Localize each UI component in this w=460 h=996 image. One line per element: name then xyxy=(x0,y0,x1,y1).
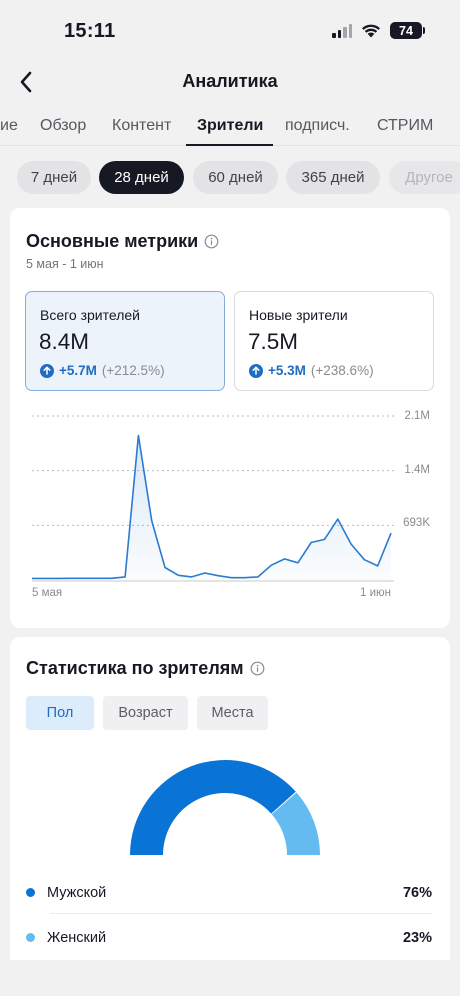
key-metrics-title: Основные метрики xyxy=(26,231,219,252)
y-tick-label: 2.1M xyxy=(404,410,430,422)
legend-male: Мужской 76% xyxy=(26,870,432,915)
date-range: 5 мая - 1 июн xyxy=(26,257,104,271)
range-7-days[interactable]: 7 дней xyxy=(17,161,91,194)
range-28-days[interactable]: 28 дней xyxy=(99,161,184,194)
tab-followers[interactable]: подписч. xyxy=(285,117,350,135)
key-metrics-title-text: Основные метрики xyxy=(26,231,199,251)
arrow-up-icon xyxy=(249,363,263,378)
metric-label: Всего зрителей xyxy=(40,307,140,323)
legend-value: 23% xyxy=(402,929,432,946)
gender-donut-svg xyxy=(130,760,320,855)
delta-absolute: +5.7M xyxy=(59,363,97,378)
page-title: Аналитика xyxy=(182,71,278,91)
divider xyxy=(50,913,432,914)
tab-bar: ие Обзор Контент Зрители подписч. СТРИМ xyxy=(0,106,460,146)
date-range-chips: 7 дней 28 дней 60 дней 365 дней Другое xyxy=(0,146,460,208)
tab-content[interactable]: Контент xyxy=(112,117,171,135)
metric-label: Новые зрители xyxy=(249,307,348,323)
battery-icon: 74 xyxy=(390,22,425,39)
arrow-up-icon xyxy=(40,363,54,378)
legend-label: Мужской xyxy=(47,884,107,901)
header: Аналитика xyxy=(0,60,460,106)
tab-viewers[interactable]: Зрители xyxy=(197,117,263,135)
legend-label: Женский xyxy=(47,929,107,946)
range-60-days[interactable]: 60 дней xyxy=(193,161,278,194)
tab-prev-partial[interactable]: ие xyxy=(0,117,18,135)
segment-gender[interactable]: Пол xyxy=(26,696,94,730)
metric-value: 7.5M xyxy=(248,329,299,354)
chart-area-fill xyxy=(32,435,391,580)
signal-icon xyxy=(332,23,352,38)
x-tick-label: 5 мая xyxy=(32,587,63,599)
status-bar: 15:11 74 xyxy=(0,0,460,60)
legend-female: Женский 23% xyxy=(26,915,432,960)
y-tick-label: 693K xyxy=(403,517,430,529)
delta-percent: (+238.6%) xyxy=(310,363,374,378)
legend-dot-male xyxy=(26,888,35,897)
delta-percent: (+212.5%) xyxy=(101,363,165,378)
metric-delta: +5.3M (+238.6%) xyxy=(249,363,374,378)
segment-locations[interactable]: Места xyxy=(197,696,268,730)
tab-overview[interactable]: Обзор xyxy=(40,117,86,135)
range-custom[interactable]: Другое xyxy=(389,161,460,194)
donut-slice-male[interactable] xyxy=(130,760,296,855)
info-icon[interactable] xyxy=(250,661,265,676)
status-time: 15:11 xyxy=(64,20,116,42)
delta-absolute: +5.3M xyxy=(268,363,306,378)
viewers-chart-svg xyxy=(32,415,394,582)
key-metrics-card: Основные метрики 5 мая - 1 июн Всего зри… xyxy=(10,208,450,628)
segment-age[interactable]: Возраст xyxy=(103,696,188,730)
audience-stats-card: Статистика по зрителям Пол Возраст Места… xyxy=(10,637,450,960)
info-icon[interactable] xyxy=(204,234,219,249)
metric-total-viewers[interactable]: Всего зрителей 8.4M +5.7M (+212.5%) xyxy=(25,291,225,391)
range-365-days[interactable]: 365 дней xyxy=(286,161,380,194)
viewers-chart[interactable]: 2.1M 1.4M 693K 5 мая 1 июн xyxy=(10,404,450,614)
metric-value: 8.4M xyxy=(39,329,90,354)
audience-title: Статистика по зрителям xyxy=(26,658,265,679)
status-icons: 74 xyxy=(332,22,425,39)
y-tick-label: 1.4M xyxy=(404,464,430,476)
x-tick-label: 1 июн xyxy=(360,587,391,599)
legend-value: 76% xyxy=(402,884,432,901)
metric-new-viewers[interactable]: Новые зрители 7.5M +5.3M (+238.6%) xyxy=(234,291,434,391)
metric-delta: +5.7M (+212.5%) xyxy=(40,363,165,378)
wifi-icon xyxy=(362,24,380,38)
legend-dot-female xyxy=(26,933,35,942)
audience-title-text: Статистика по зрителям xyxy=(26,658,244,678)
page-background xyxy=(0,960,460,996)
tab-live[interactable]: СТРИМ xyxy=(377,117,433,135)
gender-donut-chart[interactable] xyxy=(128,755,328,860)
